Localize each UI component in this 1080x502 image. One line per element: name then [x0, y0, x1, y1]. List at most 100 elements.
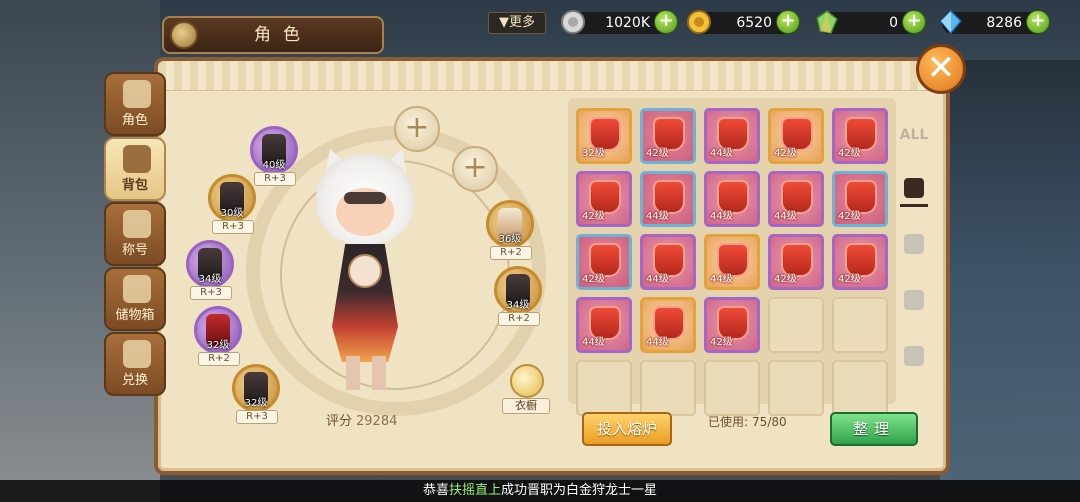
item-level: 42级: [774, 274, 797, 285]
gold-coin-icon: [686, 9, 712, 35]
tab-character[interactable]: 角色: [104, 72, 166, 136]
inventory-slot[interactable]: 32级: [576, 108, 632, 164]
equipment-level: 32级: [206, 340, 230, 351]
inventory-slot[interactable]: 44级: [768, 171, 824, 227]
equipment-rank: R+3: [236, 410, 278, 424]
inventory-slot-empty[interactable]: [768, 297, 824, 353]
crystal-resource: 0 +: [816, 10, 926, 34]
inventory-slot-empty[interactable]: [640, 360, 696, 416]
title-icon: [123, 210, 151, 238]
broadcast-ticker: 恭喜扶摇直上成功晋职为白金狩龙士一星: [0, 480, 1080, 502]
score-label: 评分: [326, 414, 353, 429]
ticker-player-name: 扶摇直上: [448, 483, 501, 498]
inventory-slot[interactable]: 44级: [576, 297, 632, 353]
inventory-slot[interactable]: 42级: [768, 234, 824, 290]
filter-accessory[interactable]: [896, 228, 932, 264]
inventory-slot[interactable]: 42级: [576, 171, 632, 227]
character-icon: [123, 80, 151, 108]
tab-label: 储物箱: [115, 308, 155, 323]
add-equipment-slot-top[interactable]: +: [394, 106, 440, 152]
equipment-slot[interactable]: 36级 R+2: [486, 200, 538, 260]
inventory-slot[interactable]: 44级: [640, 234, 696, 290]
inventory-slot[interactable]: 42级: [832, 171, 888, 227]
gold-value: 6520: [736, 15, 772, 31]
filter-mount[interactable]: [896, 340, 932, 376]
item-level: 42级: [646, 148, 669, 159]
tab-label: 背包: [121, 178, 148, 193]
item-level: 44级: [646, 337, 669, 348]
close-button[interactable]: ✕: [916, 44, 966, 94]
accessory-filter-icon: [904, 234, 924, 254]
item-level: 42级: [710, 337, 733, 348]
more-button[interactable]: ▼更多: [488, 12, 546, 34]
panel-decorative-border: [158, 61, 946, 91]
equipment-slot[interactable]: 32级 R+2: [194, 306, 246, 366]
tab-label: 称号: [121, 243, 148, 258]
equipment-rank: R+3: [190, 286, 232, 300]
emblem-icon: [170, 21, 198, 49]
add-gold-button[interactable]: +: [776, 10, 800, 34]
inventory-slot[interactable]: 44级: [704, 171, 760, 227]
inventory-slot-empty[interactable]: [832, 360, 888, 416]
item-level: 42级: [838, 211, 861, 222]
add-silver-button[interactable]: +: [654, 10, 678, 34]
plus-icon: +: [404, 110, 430, 145]
inventory-slot[interactable]: 42级: [832, 234, 888, 290]
plus-icon: +: [462, 150, 488, 185]
filter-all[interactable]: ALL: [896, 120, 932, 156]
inventory-slot[interactable]: 44级: [704, 108, 760, 164]
inventory-slot[interactable]: 42级: [832, 108, 888, 164]
inventory-slot[interactable]: 42级: [768, 108, 824, 164]
equipment-slot[interactable]: 30级 R+3: [208, 174, 260, 234]
equipment-level: 40级: [262, 160, 286, 171]
tab-bag[interactable]: 背包: [104, 137, 166, 201]
add-equipment-slot-right[interactable]: +: [452, 146, 498, 192]
equipment-slot[interactable]: 34级 R+3: [186, 240, 238, 300]
character-leg: [346, 356, 360, 390]
character-model[interactable]: [314, 144, 418, 398]
equipment-slot[interactable]: 34级 R+2: [494, 266, 546, 326]
inventory-slot-empty[interactable]: [768, 360, 824, 416]
item-level: 44级: [710, 274, 733, 285]
tab-storage[interactable]: 储物箱: [104, 267, 166, 331]
silver-resource: 1020K +: [561, 10, 678, 34]
rainbow-crystal-icon: [814, 9, 840, 35]
armor-filter-icon: [904, 178, 924, 198]
wardrobe-icon: [510, 364, 544, 398]
inventory-slot-empty[interactable]: [704, 360, 760, 416]
inventory-slot-empty[interactable]: [832, 297, 888, 353]
add-diamond-button[interactable]: +: [1026, 10, 1050, 34]
inventory-slot[interactable]: 44级: [640, 297, 696, 353]
filter-armor[interactable]: [896, 172, 932, 208]
item-level: 44级: [646, 211, 669, 222]
item-level: 42级: [582, 211, 605, 222]
inventory-slot[interactable]: 44级: [640, 171, 696, 227]
side-tab-list: 角色 背包 称号 储物箱 兑换: [104, 72, 168, 397]
add-crystal-button[interactable]: +: [902, 10, 926, 34]
inventory-slot[interactable]: 42级: [640, 108, 696, 164]
bag-icon: [123, 145, 151, 173]
diamond-value: 8286: [986, 15, 1022, 31]
equipment-level: 32级: [244, 398, 268, 409]
item-level: 44级: [710, 148, 733, 159]
smelt-button[interactable]: 投入熔炉: [582, 412, 672, 446]
equipment-slot[interactable]: 40级 R+3: [250, 126, 302, 186]
wardrobe-button[interactable]: 衣橱: [502, 364, 550, 416]
equipment-level: 36级: [498, 234, 522, 245]
inventory-grid: 32级 42级 44级 42级 42级 42级 44级 44级 44级 42级 42级 44级 44级 4…: [568, 98, 896, 416]
inventory-slot-empty[interactable]: [576, 360, 632, 416]
item-level: 42级: [582, 274, 605, 285]
sort-button[interactable]: 整理: [830, 412, 918, 446]
filter-material[interactable]: [896, 284, 932, 320]
storage-icon: [123, 275, 151, 303]
crystal-value: 0: [889, 15, 898, 31]
equipment-slot[interactable]: 32级 R+3: [232, 364, 284, 424]
exchange-icon: [123, 340, 151, 368]
inventory-slot[interactable]: 42级: [704, 297, 760, 353]
tab-title[interactable]: 称号: [104, 202, 166, 266]
tab-exchange[interactable]: 兑换: [104, 332, 166, 396]
inventory-slot[interactable]: 42级: [576, 234, 632, 290]
inventory-slot[interactable]: 44级: [704, 234, 760, 290]
background-right-scene: [940, 60, 1080, 480]
usage-label: 已使用:: [708, 415, 749, 429]
